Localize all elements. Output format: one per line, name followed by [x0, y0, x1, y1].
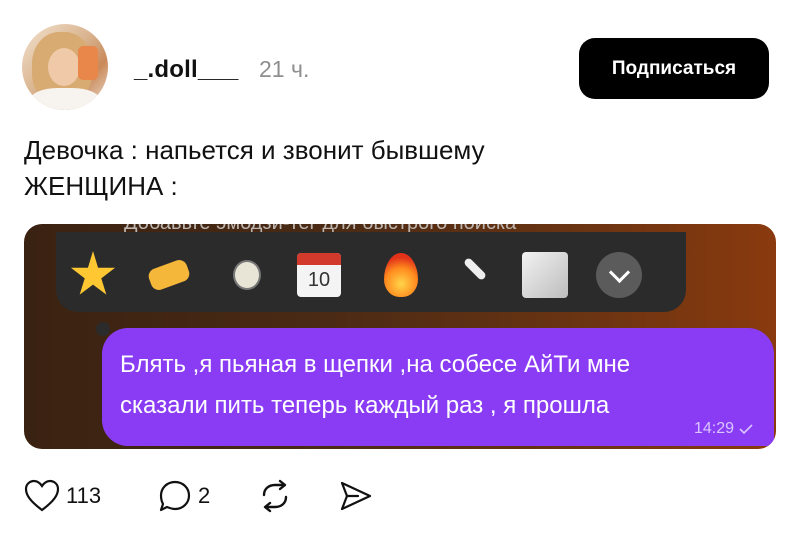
caption-line: ЖЕНЩИНА : — [24, 171, 178, 201]
check-icon — [739, 424, 753, 435]
fire-icon — [378, 252, 424, 298]
caption-line: Девочка : напьется и звонит бывшему — [24, 135, 485, 165]
comment-button[interactable]: 2 — [158, 474, 210, 518]
message-line: сказали пить теперь каждый раз , я прошл… — [120, 392, 610, 419]
comment-count: 2 — [198, 483, 211, 508]
share-icon — [340, 481, 372, 511]
share-button[interactable] — [338, 474, 374, 518]
avatar[interactable] — [22, 24, 108, 110]
post-caption: Девочка : напьется и звонит бывшему ЖЕНЩ… — [24, 132, 485, 204]
avatar-shirt — [30, 88, 100, 110]
message-time: 14:29 — [693, 420, 734, 437]
emoji-bar-tail — [96, 322, 110, 336]
airplane-icon — [452, 246, 498, 292]
username[interactable]: _.doll___ — [134, 56, 239, 84]
repost-button[interactable] — [258, 474, 292, 518]
message-bubble: Блять ,я пьяная в щепки ,на собесе АйТи … — [102, 328, 774, 446]
post-image[interactable]: Добавьте эмодзи-тег для быстрого поиска … — [24, 224, 776, 449]
calendar-number: 10 — [307, 269, 331, 291]
like-count: 113 — [66, 483, 102, 508]
message-line: Блять ,я пьяная в щепки ,на собесе АйТи … — [120, 351, 631, 378]
repost-icon — [262, 479, 288, 513]
comment-icon — [159, 480, 191, 512]
subscribe-button[interactable]: Подписаться — [579, 38, 769, 99]
emoji-bar: 10 — [56, 232, 686, 312]
message-text: Блять ,я пьяная в щепки ,на собесе АйТи … — [120, 344, 630, 426]
heart-icon — [24, 479, 60, 512]
chevron-down-icon — [596, 252, 642, 298]
like-button[interactable]: 113 — [24, 474, 101, 518]
post-time: 21 ч. — [259, 56, 310, 82]
light-bulb-icon — [224, 252, 270, 298]
calendar-icon: 10 — [296, 252, 342, 298]
notepad-icon — [522, 252, 568, 298]
writing-hand-icon — [146, 252, 192, 298]
star-icon — [70, 251, 116, 298]
message-timestamp: 14:29 — [694, 420, 754, 438]
avatar-phone — [78, 46, 98, 80]
avatar-face — [48, 48, 80, 86]
